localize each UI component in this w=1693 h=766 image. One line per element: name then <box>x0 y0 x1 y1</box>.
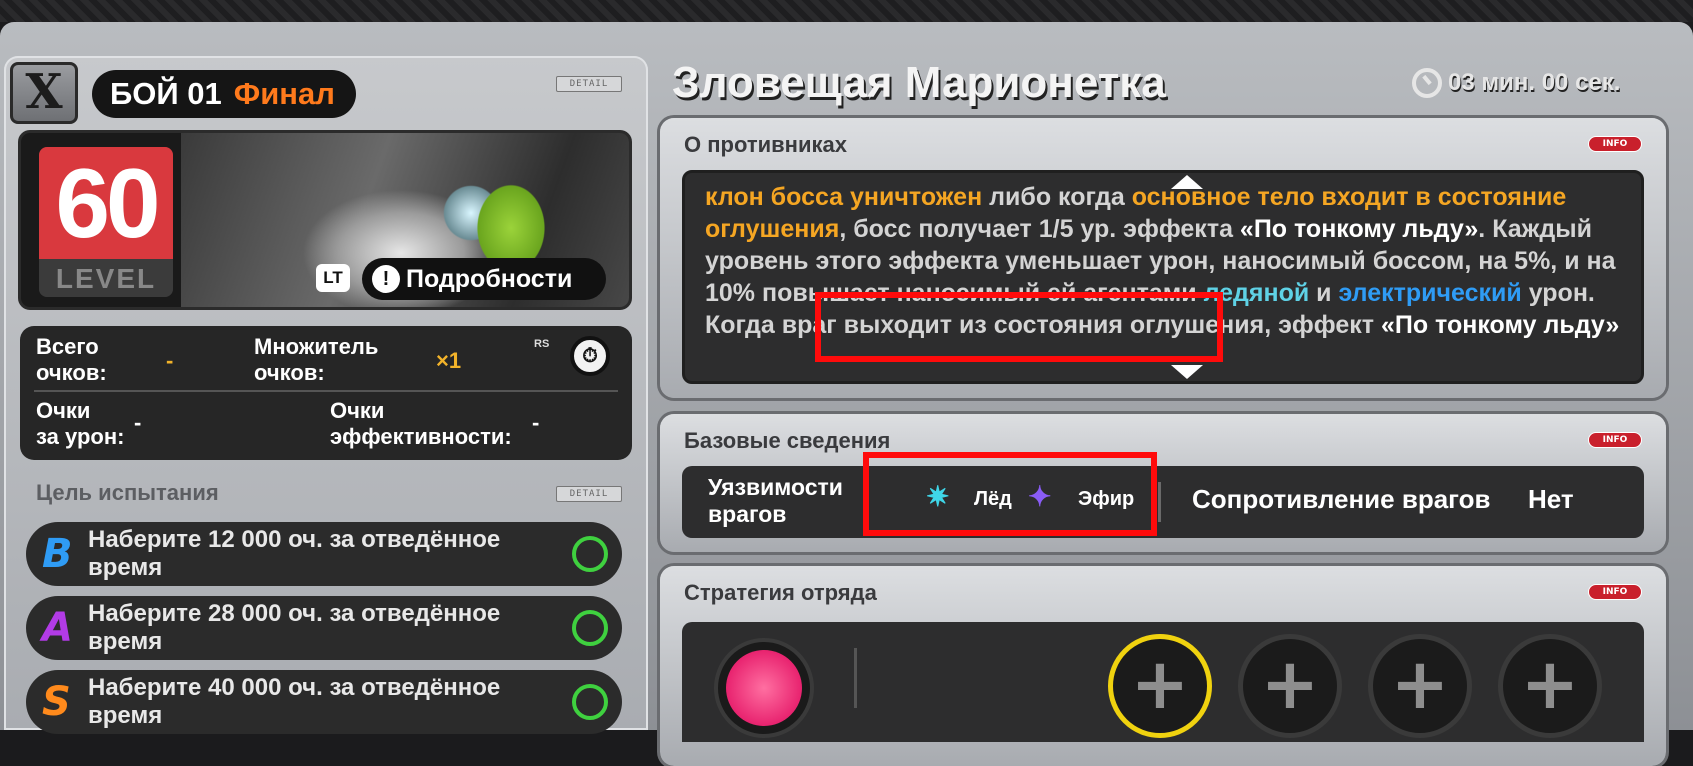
squad-slot-4[interactable]: + <box>1498 634 1602 738</box>
strategy-section: Стратегия отряда INFO + + + + <box>660 566 1666 766</box>
close-button[interactable]: X <box>10 62 78 124</box>
resistance-label: Сопротивление врагов <box>1192 484 1491 514</box>
divider <box>1158 482 1161 522</box>
info-button[interactable]: INFO <box>1588 136 1642 152</box>
fist-icon <box>726 650 802 726</box>
squad-slot-2[interactable]: + <box>1238 634 1342 738</box>
level-value: 60 <box>39 147 173 259</box>
total-score-value: - <box>166 348 174 373</box>
divider <box>34 390 618 392</box>
battle-label: БОЙ 01 Финал <box>92 70 356 118</box>
squad-slots: + + + + <box>682 622 1644 742</box>
weakness-ether: Эфир <box>1078 488 1135 510</box>
rs-button-hint: RS <box>534 338 550 350</box>
goals-tag: DETAIL <box>556 486 622 502</box>
timer-text: 03 мин. 00 сек. <box>1448 69 1621 96</box>
weakness-ice: Лёд <box>974 488 1012 510</box>
rank-b-icon: B <box>42 531 73 577</box>
resistance-value: Нет <box>1528 484 1574 514</box>
battle-number: БОЙ 01 <box>110 76 222 111</box>
level-badge: 60 LEVEL <box>39 147 173 297</box>
details-label: Подробности <box>406 264 573 293</box>
goal-text: Наберите 40 000 оч. за отведённое время <box>88 674 501 729</box>
squad-slot-3[interactable]: + <box>1368 634 1472 738</box>
strategy-title: Стратегия отряда <box>684 580 877 605</box>
battle-stage: Финал <box>233 76 335 111</box>
goal-text: Наберите 12 000 оч. за отведённое время <box>88 526 501 581</box>
efficiency-score-label: Очки эффективности: <box>330 398 512 449</box>
rank-a-icon: A <box>42 605 73 651</box>
basic-info-section: Базовые сведения INFO Уязвимости врагов … <box>660 414 1666 552</box>
enemy-description: клон босса уничтожен либо когда основное… <box>705 183 1620 339</box>
score-panel: Всего очков: - Множитель очков: ×1 RS ⏱ Оч… <box>20 326 632 460</box>
goal-item-b: B Наберите 12 000 оч. за отведённое врем… <box>26 522 622 586</box>
efficiency-score-value: - <box>532 410 540 435</box>
divider <box>854 648 857 708</box>
top-strip <box>0 0 1693 22</box>
battle-timer: 03 мин. 00 сек. <box>1412 68 1620 98</box>
squad-slot-1[interactable]: + <box>1108 634 1212 738</box>
level-label: LEVEL <box>39 259 173 297</box>
rank-s-icon: S <box>42 679 71 725</box>
total-score-label: Всего очков: <box>36 334 107 385</box>
scroll-down-icon[interactable] <box>1171 365 1203 379</box>
lt-button-hint: LT <box>316 264 350 292</box>
stopwatch-icon[interactable]: ⏱ <box>570 336 610 376</box>
damage-score-label: Очки за урон: <box>36 398 125 449</box>
damage-score-value: - <box>134 410 142 435</box>
enemies-section: О противниках INFO клон босса уничтожен … <box>660 118 1666 398</box>
multiplier-label: Множитель очков: <box>254 334 379 385</box>
ice-icon: ✷ <box>926 481 950 512</box>
info-button[interactable]: INFO <box>1588 584 1642 600</box>
goal-text: Наберите 28 000 оч. за отведённое время <box>88 600 501 655</box>
alert-icon: ! <box>372 265 400 293</box>
info-button[interactable]: INFO <box>1588 432 1642 448</box>
goal-status-ring <box>572 684 608 720</box>
basic-info-box: Уязвимости врагов ✷ Лёд ✦ Эфир Сопротивл… <box>682 466 1644 538</box>
faction-emblem <box>714 638 814 738</box>
goal-status-ring <box>572 536 608 572</box>
enemies-title: О противниках <box>684 132 847 157</box>
goal-item-a: A Наберите 28 000 оч. за отведённое врем… <box>26 596 622 660</box>
goal-status-ring <box>572 610 608 646</box>
weakness-label: Уязвимости врагов <box>708 474 843 527</box>
ether-icon: ✦ <box>1028 481 1052 512</box>
clock-icon <box>1412 68 1442 98</box>
enemy-description-box[interactable]: клон босса уничтожен либо когда основное… <box>682 170 1644 384</box>
boss-name: Зловещая Марионетка <box>672 58 1166 107</box>
multiplier-value: ×1 <box>436 348 462 373</box>
goals-title: Цель испытания <box>36 480 219 505</box>
basic-info-title: Базовые сведения <box>684 428 891 453</box>
details-button[interactable]: ! Подробности <box>362 258 606 300</box>
goal-item-s: S Наберите 40 000 оч. за отведённое врем… <box>26 670 622 734</box>
panel-tag: DETAIL <box>556 76 622 92</box>
